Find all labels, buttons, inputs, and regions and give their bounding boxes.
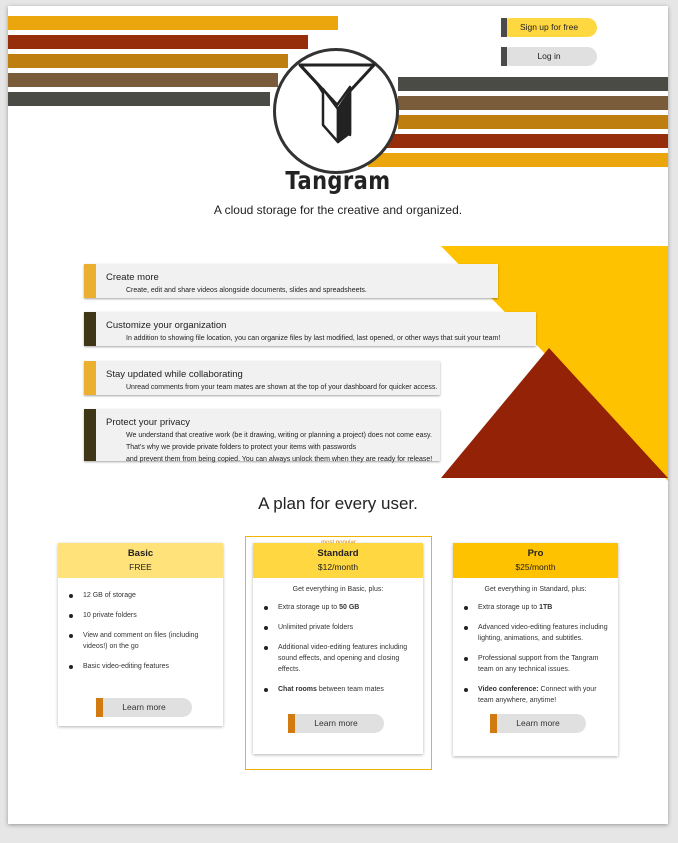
feature-card: Create more Create, edit and share video… (84, 264, 498, 298)
plan-feature-item: Unlimited private folders (253, 622, 423, 633)
plan-header: Pro $25/month (453, 543, 618, 578)
bullet-icon (69, 634, 73, 638)
learn-more-button[interactable]: Learn more (288, 714, 384, 733)
learn-more-button[interactable]: Learn more (96, 698, 192, 717)
feature-title: Stay updated while collaborating (106, 369, 243, 380)
bullet-icon (264, 688, 268, 692)
plan-features: Extra storage up to 1TB Advanced video-e… (453, 602, 618, 706)
plan-header: Standard $12/month (253, 543, 423, 578)
plan-intro: Get everything in Basic, plus: (292, 586, 384, 593)
plan-feature-item: Chat rooms between team mates (253, 684, 423, 695)
plan-feature-item: Professional support from the Tangram te… (453, 653, 618, 675)
bullet-icon (464, 606, 468, 610)
plan-price: $12/month (317, 562, 359, 572)
landing-page: Sign up for free Log in Tangram A cloud … (8, 6, 668, 824)
plan-features: 12 GB of storage 10 private folders View… (58, 590, 223, 672)
plan-feature-item: 10 private folders (58, 610, 223, 621)
plan-features: Extra storage up to 50 GB Unlimited priv… (253, 602, 423, 695)
learn-more-label: Learn more (122, 702, 166, 712)
plan-card-basic: Basic FREE 12 GB of storage 10 private f… (58, 543, 223, 726)
bullet-icon (264, 646, 268, 650)
feature-card: Protect your privacy We understand that … (84, 409, 440, 463)
feature-title: Customize your organization (106, 320, 227, 331)
plan-card-standard: Standard $12/month Get everything in Bas… (253, 543, 423, 754)
learn-more-button[interactable]: Learn more (490, 714, 586, 733)
plan-name: Pro (527, 548, 544, 559)
plan-card-pro: Pro $25/month Get everything in Standard… (453, 543, 618, 756)
feature-accent (84, 264, 96, 298)
plan-feature-item: Additional video-editing features includ… (253, 642, 423, 675)
feature-accent (84, 312, 96, 346)
button-accent (96, 698, 103, 717)
plan-feature-item: Extra storage up to 1TB (453, 602, 618, 613)
plan-price: $25/month (515, 562, 556, 572)
plan-feature-item: Video conference: Connect with your team… (453, 684, 618, 706)
bullet-icon (464, 657, 468, 661)
feature-title: Protect your privacy (106, 417, 190, 428)
plan-feature-item: 12 GB of storage (58, 590, 223, 601)
bullet-icon (464, 626, 468, 630)
plan-feature-item: Extra storage up to 50 GB (253, 602, 423, 613)
feature-description: In addition to showing file location, yo… (126, 335, 501, 342)
bullet-icon (69, 594, 73, 598)
feature-accent (84, 361, 96, 395)
feature-description: We understand that creative work (be it … (126, 432, 433, 463)
learn-more-label: Learn more (516, 718, 560, 728)
feature-title: Create more (106, 272, 159, 283)
bullet-icon (69, 665, 73, 669)
plan-feature-item: View and comment on files (including vid… (58, 630, 223, 652)
plans-title: A plan for every user. (258, 494, 418, 513)
button-accent (288, 714, 295, 733)
plan-feature-item: Basic video-editing features (58, 661, 223, 672)
learn-more-label: Learn more (314, 718, 358, 728)
plan-name: Basic (127, 548, 154, 559)
plan-price: FREE (129, 562, 152, 572)
bullet-icon (464, 688, 468, 692)
feature-description: Create, edit and share videos alongside … (126, 287, 367, 294)
bullet-icon (69, 614, 73, 618)
bullet-icon (264, 606, 268, 610)
plan-intro: Get everything in Standard, plus: (484, 586, 587, 593)
bullet-icon (264, 626, 268, 630)
feature-card: Stay updated while collaborating Unread … (84, 361, 440, 395)
plan-feature-item: Advanced video-editing features includin… (453, 622, 618, 644)
plan-header: Basic FREE (58, 543, 223, 578)
button-accent (490, 714, 497, 733)
feature-card: Customize your organization In addition … (84, 312, 536, 346)
feature-accent (84, 409, 96, 461)
plan-name: Standard (317, 548, 359, 559)
feature-description: Unread comments from your team mates are… (126, 384, 438, 391)
